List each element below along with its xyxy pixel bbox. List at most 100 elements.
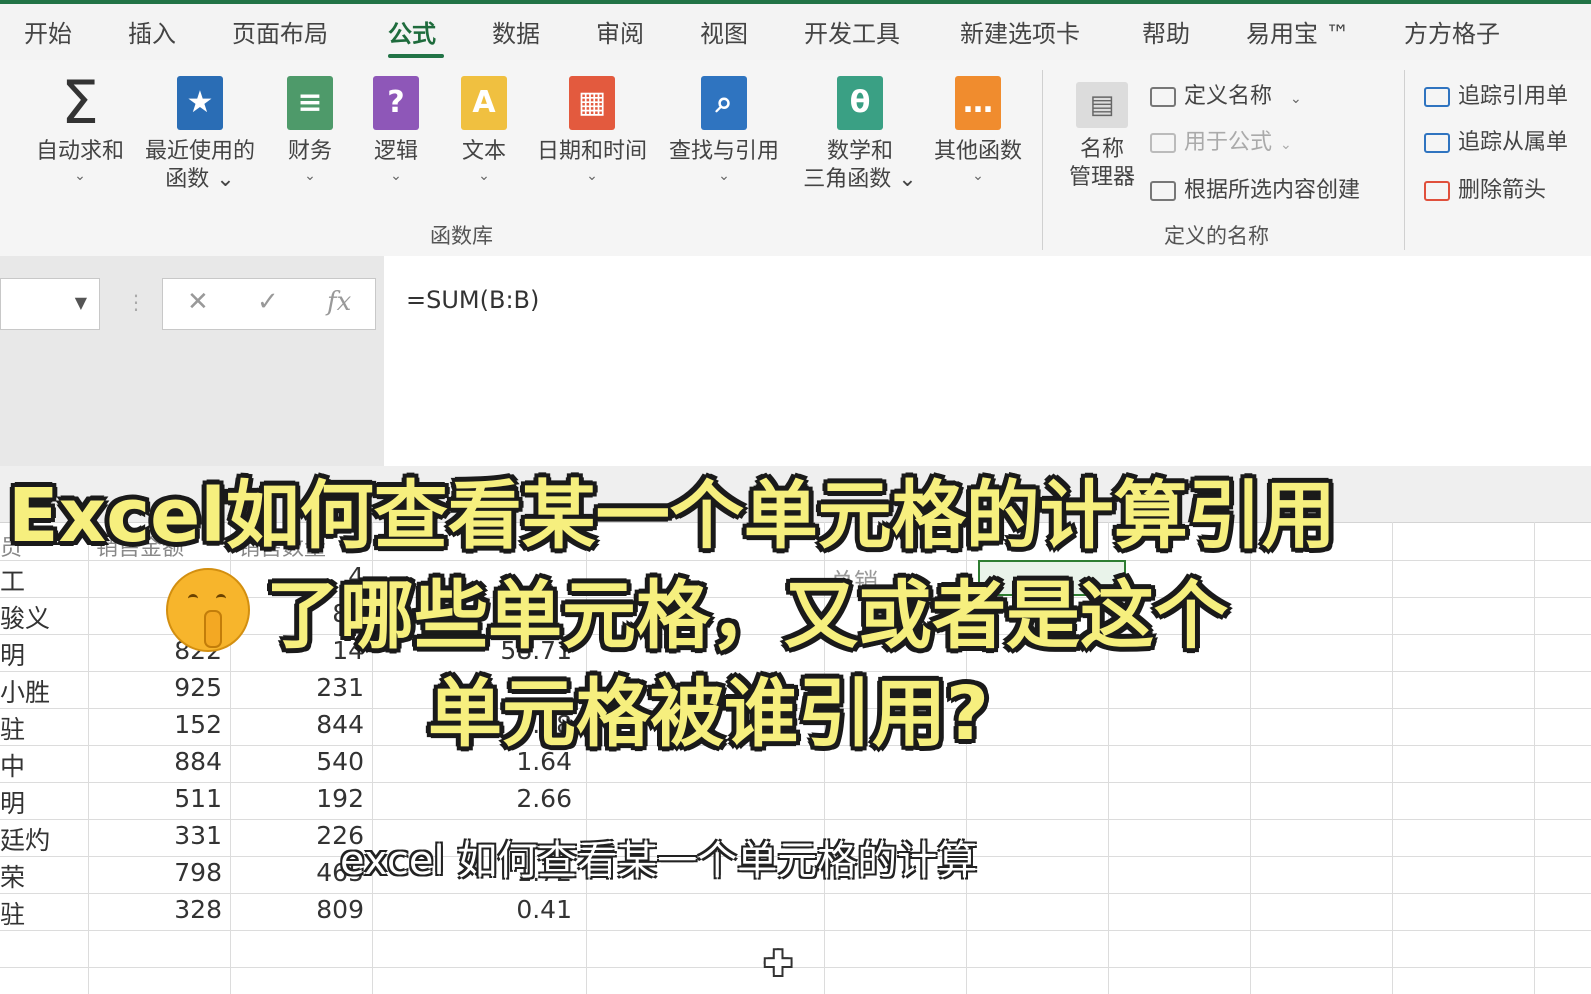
cell-a[interactable]: 驻 <box>0 710 25 746</box>
chevron-down-icon: ⌄ <box>586 168 598 184</box>
name-box[interactable]: ▼ <box>0 278 100 330</box>
search-book-icon: ⌕ <box>701 76 747 130</box>
create-from-selection-label: 根据所选内容创建 <box>1184 178 1361 203</box>
tab-new-tab[interactable]: 新建选项卡 <box>960 14 1080 49</box>
use-in-formula-button[interactable]: 用于公式 ⌄ <box>1150 124 1292 156</box>
more-functions-button[interactable]: … 其他函数 ⌄ <box>926 76 1030 186</box>
lookup-reference-button[interactable]: ⌕ 查找与引用 ⌄ <box>662 76 786 186</box>
enter-icon[interactable]: ✓ <box>257 287 279 317</box>
formula-text: =SUM(B:B) <box>406 286 540 314</box>
insert-function-icon[interactable]: fx <box>327 287 351 317</box>
cell-a[interactable]: 骏义 <box>0 599 50 635</box>
cell-a[interactable]: 驻 <box>0 895 25 931</box>
tab-home[interactable]: 开始 <box>24 14 72 49</box>
tab-developer[interactable]: 开发工具 <box>804 14 900 49</box>
chevron-down-icon: ⌄ <box>1290 91 1302 107</box>
trace-precedents-label: 追踪引用单 <box>1458 84 1569 109</box>
cell-a[interactable]: 明 <box>0 784 25 820</box>
theta-book-icon: θ <box>837 76 883 130</box>
tab-data[interactable]: 数据 <box>492 14 540 49</box>
active-tab-indicator <box>388 54 444 58</box>
cell-a[interactable]: 明 <box>0 636 25 672</box>
cell-cursor-icon: ✚ <box>764 944 793 984</box>
text-button[interactable]: A 文本 ⌄ <box>454 76 514 186</box>
cell-a[interactable]: 荣 <box>0 858 25 894</box>
formula-bar-area: ▼ ⋮ ✕ ✓ fx =SUM(B:B) <box>0 256 1591 466</box>
remove-arrows-label: 删除箭头 <box>1458 178 1547 203</box>
trace-precedents-button[interactable]: 追踪引用单 <box>1424 78 1568 110</box>
cell-b[interactable]: 925 <box>88 673 222 702</box>
date-time-label: 日期和时间 <box>536 139 647 164</box>
tab-help[interactable]: 帮助 <box>1142 14 1190 49</box>
table-icon <box>1150 181 1176 201</box>
chevron-down-icon: ⌄ <box>1280 137 1292 153</box>
cell-c[interactable]: 192 <box>230 784 364 813</box>
cell-b[interactable]: 798 <box>88 858 222 887</box>
math-trig-label-2: 三角函数 ⌄ <box>803 167 917 192</box>
autosum-label: 自动求和 <box>35 139 124 164</box>
tab-formulas[interactable]: 公式 <box>388 14 436 49</box>
question-book-icon: ? <box>373 76 419 130</box>
chevron-down-icon: ⌄ <box>972 168 984 184</box>
autosum-button[interactable]: Σ 自动求和 ⌄ <box>30 68 130 186</box>
tab-fangfanggezi[interactable]: 方方格子 <box>1404 14 1500 49</box>
date-time-button[interactable]: ▦ 日期和时间 ⌄ <box>530 76 654 186</box>
financial-button[interactable]: ≡ 财务 ⌄ <box>280 76 340 186</box>
create-from-selection-button[interactable]: 根据所选内容创建 <box>1150 172 1360 204</box>
cell-b[interactable]: 884 <box>88 747 222 776</box>
cancel-icon[interactable]: ✕ <box>187 287 209 317</box>
column-border <box>1250 522 1251 994</box>
group-divider <box>1042 70 1043 250</box>
cell-b[interactable]: 331 <box>88 821 222 850</box>
name-manager-icon: ▤ <box>1076 82 1128 128</box>
tab-review[interactable]: 审阅 <box>596 14 644 49</box>
tab-view[interactable]: 视图 <box>700 14 748 49</box>
text-book-icon: A <box>461 76 507 130</box>
cell-b[interactable]: 328 <box>88 895 222 924</box>
row-border <box>0 782 1591 783</box>
recently-used-label-2: 函数 ⌄ <box>165 167 235 192</box>
overlay-title-line-2: 了哪些单元格，又或者是这个 <box>266 573 1228 659</box>
cell-c[interactable]: 844 <box>230 710 364 739</box>
sigma-icon: Σ <box>61 68 99 138</box>
row-border <box>0 967 1591 968</box>
name-manager-button[interactable]: ▤ 名称 管理器 <box>1060 82 1144 192</box>
cell-c[interactable]: 231 <box>230 673 364 702</box>
cell-b[interactable]: 511 <box>88 784 222 813</box>
cell-b[interactable]: 152 <box>88 710 222 739</box>
name-manager-label-2: 管理器 <box>1068 165 1135 190</box>
chevron-down-icon: ⌄ <box>390 168 402 184</box>
cell-a[interactable]: 廷灼 <box>0 821 50 857</box>
formula-input[interactable]: =SUM(B:B) <box>384 256 1591 466</box>
chevron-down-icon: ▼ <box>74 293 87 312</box>
cell-d[interactable]: 2.66 <box>372 784 572 813</box>
trace-dependents-button[interactable]: 追踪从属单 <box>1424 124 1568 156</box>
math-trig-button[interactable]: θ 数学和 三角函数 ⌄ <box>796 76 924 194</box>
cell-a[interactable]: 小胜 <box>0 673 50 709</box>
group-divider <box>1404 70 1405 250</box>
overlay-title-line-3: 单元格被谁引用? <box>428 671 989 757</box>
tab-yiyongbao[interactable]: 易用宝 ™ <box>1246 14 1350 49</box>
tab-insert[interactable]: 插入 <box>128 14 176 49</box>
cell-a[interactable]: 工 <box>0 562 25 598</box>
financial-label: 财务 <box>287 139 332 164</box>
text-label: 文本 <box>461 139 506 164</box>
resize-handle-icon[interactable]: ⋮ <box>126 290 146 314</box>
logical-button[interactable]: ? 逻辑 ⌄ <box>366 76 426 186</box>
cell-d[interactable]: 0.41 <box>372 895 572 924</box>
math-trig-label: 数学和 <box>826 139 893 164</box>
video-subtitle: excel 如何查看某一个单元格的计算 <box>340 838 978 884</box>
column-border <box>1392 522 1393 994</box>
cell-c[interactable]: 540 <box>230 747 364 776</box>
ribbon-formulas: Σ 自动求和 ⌄ ★ 最近使用的 函数 ⌄ ≡ 财务 ⌄ ? 逻辑 ⌄ A 文本… <box>0 60 1591 257</box>
define-name-button[interactable]: 定义名称 ⌄ <box>1150 78 1302 110</box>
recently-used-button[interactable]: ★ 最近使用的 函数 ⌄ <box>140 76 260 194</box>
overlay-title-line-1: Excel如何查看某一个单元格的计算引用 <box>8 473 1336 559</box>
calendar-book-icon: ▦ <box>569 76 615 130</box>
remove-arrows-icon <box>1424 181 1450 201</box>
cell-c[interactable]: 809 <box>230 895 364 924</box>
cell-a[interactable]: 中 <box>0 747 25 783</box>
remove-arrows-button[interactable]: 删除箭头 <box>1424 172 1546 204</box>
row-border <box>0 930 1591 931</box>
tab-page-layout[interactable]: 页面布局 <box>232 14 328 49</box>
